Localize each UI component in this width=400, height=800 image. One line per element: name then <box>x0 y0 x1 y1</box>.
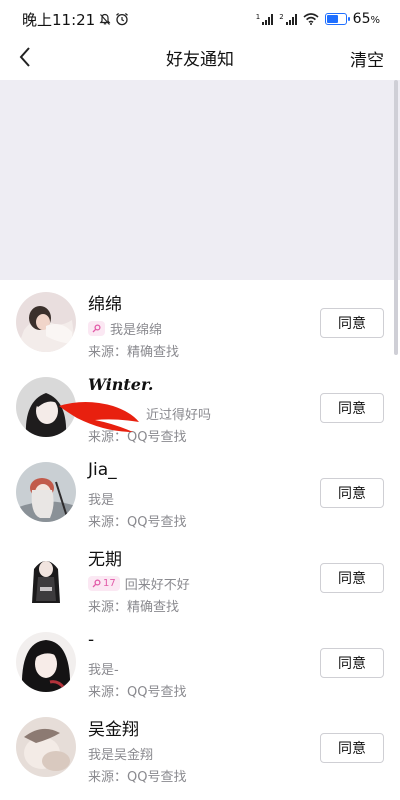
request-message: 近过得好吗 <box>146 408 212 423</box>
friend-name: 吴金翔 <box>88 720 139 740</box>
request-message: 我是 <box>88 493 115 508</box>
friend-name: Jia_ <box>88 460 117 480</box>
friend-request-row[interactable]: 无期 17 回来好不好 来源：精确查找 同意 <box>0 535 400 620</box>
avatar[interactable] <box>16 717 76 777</box>
friend-request-row[interactable]: 绵绵 我是绵绵 来源：精确查找 同意 <box>0 280 400 365</box>
friend-name: 绵绵 <box>88 295 122 315</box>
agree-button[interactable]: 同意 <box>320 563 384 593</box>
mute-bell-icon <box>99 13 111 25</box>
signal-icon: 2 <box>279 13 297 25</box>
request-source: 来源：QQ号查找 <box>88 685 187 700</box>
key-icon <box>92 579 101 588</box>
friend-request-row[interactable]: 吴金翔 我是吴金翔 来源：QQ号查找 同意 <box>0 705 400 790</box>
friend-name: - <box>88 630 95 650</box>
chevron-left-icon <box>19 47 30 67</box>
request-message: 我是- <box>88 663 119 678</box>
key-icon <box>92 324 101 333</box>
request-source: 来源：精确查找 <box>88 345 180 360</box>
wifi-icon <box>303 13 319 25</box>
friend-request-row[interactable]: Jia_ 我是 来源：QQ号查找 同意 <box>0 450 400 535</box>
request-source: 来源：精确查找 <box>88 600 180 615</box>
request-message: 我是吴金翔 <box>88 748 154 763</box>
empty-banner-area <box>0 80 400 280</box>
avatar[interactable] <box>16 632 76 692</box>
back-button[interactable] <box>10 42 40 72</box>
request-source: 来源：QQ号查找 <box>88 515 187 530</box>
battery-icon <box>324 13 350 25</box>
request-message: 17 回来好不好 <box>88 574 190 593</box>
request-message: 我是绵绵 <box>88 319 162 338</box>
friend-request-row[interactable]: - 我是- 来源：QQ号查找 同意 <box>0 620 400 705</box>
agree-button[interactable]: 同意 <box>320 308 384 338</box>
page-title: 好友通知 <box>166 49 234 70</box>
battery-percent: 65% <box>352 11 380 27</box>
agree-button[interactable]: 同意 <box>320 393 384 423</box>
nav-bar: 好友通知 清空 <box>0 38 400 76</box>
avatar[interactable] <box>16 547 76 607</box>
request-source: 来源：QQ号查找 <box>88 770 187 785</box>
agree-button[interactable]: 同意 <box>320 478 384 508</box>
friend-request-list: 绵绵 我是绵绵 来源：精确查找 同意 Winter. 近过得好吗 来源：QQ号查… <box>0 280 400 790</box>
agree-button[interactable]: 同意 <box>320 648 384 678</box>
alarm-icon <box>116 13 129 26</box>
status-bar: 晚上11:21 1 2 65% <box>0 0 400 38</box>
avatar[interactable] <box>16 292 76 352</box>
clear-button[interactable]: 清空 <box>350 46 384 71</box>
friend-name: 无期 <box>88 550 122 570</box>
agree-button[interactable]: 同意 <box>320 733 384 763</box>
avatar[interactable] <box>16 462 76 522</box>
signal-icon: 1 <box>256 13 274 25</box>
redaction-scribble <box>59 402 139 432</box>
friend-name: Winter. <box>88 375 154 394</box>
badge: 17 <box>88 576 120 591</box>
status-time: 晚上11:21 <box>22 10 96 29</box>
badge <box>88 321 105 336</box>
